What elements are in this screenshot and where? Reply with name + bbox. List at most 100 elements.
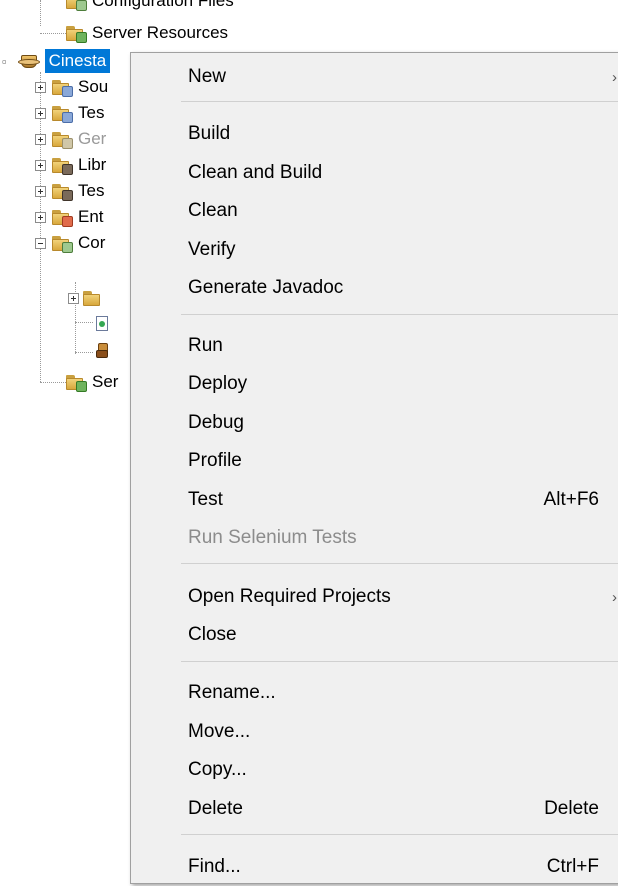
menu-item-move[interactable]: Move... <box>131 713 618 751</box>
expand-icon[interactable] <box>68 292 79 304</box>
tree-row-label: Sou <box>78 77 109 96</box>
tree-row-label: Tes <box>78 103 105 122</box>
menu-item-find[interactable]: Find... Ctrl+F <box>131 848 618 886</box>
server-folder-icon <box>66 24 87 43</box>
menu-item-label: Test <box>188 489 223 510</box>
project-label: Cinesta <box>44 49 111 73</box>
menu-item-label: Move... <box>188 721 251 742</box>
tree-row-label: Ent <box>78 207 104 226</box>
tree-guide <box>75 352 93 353</box>
menu-separator <box>181 101 618 102</box>
menu-item-label: Clean <box>188 200 238 221</box>
menu-separator <box>181 834 618 835</box>
tree-row-label: Libr <box>78 155 107 174</box>
menu-item-deploy[interactable]: Deploy <box>131 365 618 403</box>
menu-item-label: Profile <box>188 450 242 471</box>
menu-item-label: Delete <box>188 798 243 819</box>
tree-guide <box>40 0 41 26</box>
menu-separator <box>181 661 618 662</box>
menu-item-label: Copy... <box>188 759 247 780</box>
tree-row-web-file[interactable] <box>95 312 115 336</box>
menu-item-delete[interactable]: Delete Delete <box>131 790 618 828</box>
tree-row-label: Ser <box>92 372 119 391</box>
menu-separator <box>181 563 618 564</box>
menu-item-label: Rename... <box>188 682 276 703</box>
folder-icon <box>52 234 73 253</box>
expand-icon[interactable] <box>35 81 46 93</box>
tree-guide <box>40 382 66 383</box>
tree-row-configuration-files-top[interactable]: Configuration Files <box>66 0 234 13</box>
tree-row-config-file[interactable] <box>95 338 117 362</box>
expand-icon[interactable] <box>35 185 46 197</box>
menu-item-clean[interactable]: Clean <box>131 192 618 230</box>
menu-item-rename[interactable]: Rename... <box>131 674 618 712</box>
menu-item-generate-javadoc[interactable]: Generate Javadoc <box>131 269 618 307</box>
tree-row-child[interactable]: Libr <box>35 153 106 177</box>
tree-row-server-resources[interactable]: Server Resources <box>66 21 228 45</box>
server-folder-icon <box>66 373 87 392</box>
menu-item-label: Build <box>188 123 231 144</box>
web-project-icon <box>17 51 41 71</box>
folder-icon <box>52 104 73 123</box>
tree-row-subfolder[interactable] <box>68 286 109 310</box>
web-file-icon <box>95 316 109 332</box>
folder-icon <box>52 130 73 149</box>
menu-item-label: Verify <box>188 239 236 260</box>
tree-row-child[interactable]: Sou <box>35 75 108 99</box>
menu-item-run[interactable]: Run <box>131 327 618 365</box>
folder-icon <box>83 289 103 307</box>
collapse-icon[interactable] <box>35 237 46 249</box>
menu-item-clean-and-build[interactable]: Clean and Build <box>131 154 618 192</box>
tree-row-label: Configuration Files <box>92 0 234 10</box>
menu-item-shortcut: Delete <box>544 798 599 819</box>
menu-item-run-selenium-tests: Run Selenium Tests <box>131 519 618 557</box>
menu-item-test[interactable]: Test Alt+F6 <box>131 481 618 519</box>
tree-row-server-resources-child[interactable]: Ser <box>66 370 118 394</box>
menu-item-label: New <box>188 66 227 87</box>
menu-item-label: Open Required Projects <box>188 586 391 607</box>
menu-item-label: Clean and Build <box>188 162 323 183</box>
tree-row-label: Tes <box>78 181 105 200</box>
tree-row-child[interactable]: Tes <box>35 179 104 203</box>
menu-item-build[interactable]: Build <box>131 115 618 153</box>
tree-guide <box>75 322 93 323</box>
folder-icon <box>52 182 73 201</box>
menu-separator <box>181 314 618 315</box>
tree-row-child[interactable]: Cor <box>35 231 105 255</box>
expand-icon[interactable] <box>35 211 46 223</box>
menu-item-close[interactable]: Close <box>131 616 618 654</box>
folder-icon <box>52 78 73 97</box>
tree-row-child[interactable]: Ger <box>35 127 106 151</box>
folder-icon <box>52 208 73 227</box>
menu-item-verify[interactable]: Verify <box>131 231 618 269</box>
context-menu: New › Build Clean and Build Clean Verify Gener… <box>130 52 618 884</box>
menu-item-shortcut: Ctrl+F <box>546 856 599 877</box>
tree-row-project[interactable]: ▫ Cinesta <box>0 49 111 73</box>
expand-icon[interactable] <box>35 159 46 171</box>
tree-row-child[interactable]: Tes <box>35 101 104 125</box>
menu-item-label: Deploy <box>188 373 248 394</box>
menu-item-label: Close <box>188 624 237 645</box>
menu-item-open-required-projects[interactable]: Open Required Projects › <box>131 578 618 616</box>
expand-icon[interactable] <box>35 133 46 145</box>
config-file-icon <box>95 341 111 359</box>
menu-item-copy[interactable]: Copy... <box>131 751 618 789</box>
tree-row-label: Server Resources <box>92 23 229 42</box>
tree-row-child[interactable]: Ent <box>35 205 104 229</box>
expand-icon[interactable] <box>35 107 46 119</box>
submenu-arrow-icon: › <box>612 588 617 606</box>
folder-icon <box>66 0 87 11</box>
folder-icon <box>52 156 73 175</box>
menu-item-label: Run <box>188 335 223 356</box>
menu-item-label: Debug <box>188 412 244 433</box>
menu-item-label: Find... <box>188 856 241 877</box>
menu-item-new[interactable]: New › <box>131 58 618 96</box>
menu-item-profile[interactable]: Profile <box>131 442 618 480</box>
menu-item-debug[interactable]: Debug <box>131 404 618 442</box>
tree-expander-icon[interactable]: ▫ <box>2 54 7 69</box>
menu-item-shortcut: Alt+F6 <box>543 489 599 510</box>
menu-item-label: Run Selenium Tests <box>188 527 357 548</box>
tree-row-label: Ger <box>78 129 107 148</box>
submenu-arrow-icon: › <box>612 68 617 86</box>
tree-row-label: Cor <box>78 233 106 252</box>
